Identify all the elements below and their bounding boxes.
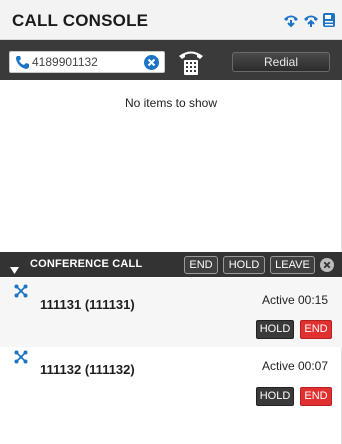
dialpad-icon[interactable] — [176, 47, 206, 77]
console-header: CALL CONSOLE — [0, 0, 342, 40]
participant-status: Active 00:07 — [261, 359, 328, 373]
conference-participant-icon — [14, 284, 28, 298]
conference-hold-button[interactable]: HOLD — [223, 256, 265, 274]
conference-header: CONFERENCE CALL END HOLD LEAVE — [0, 252, 342, 277]
dial-bar: Redial — [0, 40, 342, 80]
conference-participant-icon — [14, 350, 28, 364]
participant-row: 111132 (111132) Active 00:07 HOLD END — [0, 347, 342, 416]
phone-icon — [14, 55, 30, 70]
collapse-caret-icon[interactable] — [10, 261, 19, 274]
participant-end-button[interactable]: END — [300, 387, 332, 406]
dial-number-field[interactable] — [9, 51, 165, 73]
participant-name: 111131 (111131) — [40, 297, 135, 312]
participant-status: Active 00:15 — [261, 293, 328, 307]
conference-title: CONFERENCE CALL — [30, 258, 143, 270]
call-console-panel: CALL CONSOLE 4189901132 Redial No items … — [0, 0, 342, 444]
participant-row: 111131 (111131) Active 00:15 HOLD END — [0, 278, 342, 347]
conference-end-button[interactable]: END — [184, 256, 218, 274]
dial-number-input[interactable] — [32, 54, 142, 70]
clear-icon[interactable] — [144, 55, 159, 70]
voicemail-icon[interactable] — [322, 12, 336, 28]
call-forward-icon[interactable] — [302, 12, 320, 28]
page-title: CALL CONSOLE — [12, 11, 149, 30]
participant-hold-button[interactable]: HOLD — [256, 387, 294, 406]
participant-hold-button[interactable]: HOLD — [256, 320, 294, 339]
empty-message: No items to show — [124, 96, 218, 110]
participant-name: 111132 (111132) — [40, 362, 135, 377]
close-icon[interactable] — [320, 258, 334, 272]
participant-end-button[interactable]: END — [300, 320, 332, 339]
call-transfer-icon[interactable] — [282, 12, 300, 28]
call-list: No items to show — [0, 80, 342, 252]
conference-leave-button[interactable]: LEAVE — [270, 256, 315, 274]
redial-button[interactable]: Redial — [232, 52, 330, 72]
